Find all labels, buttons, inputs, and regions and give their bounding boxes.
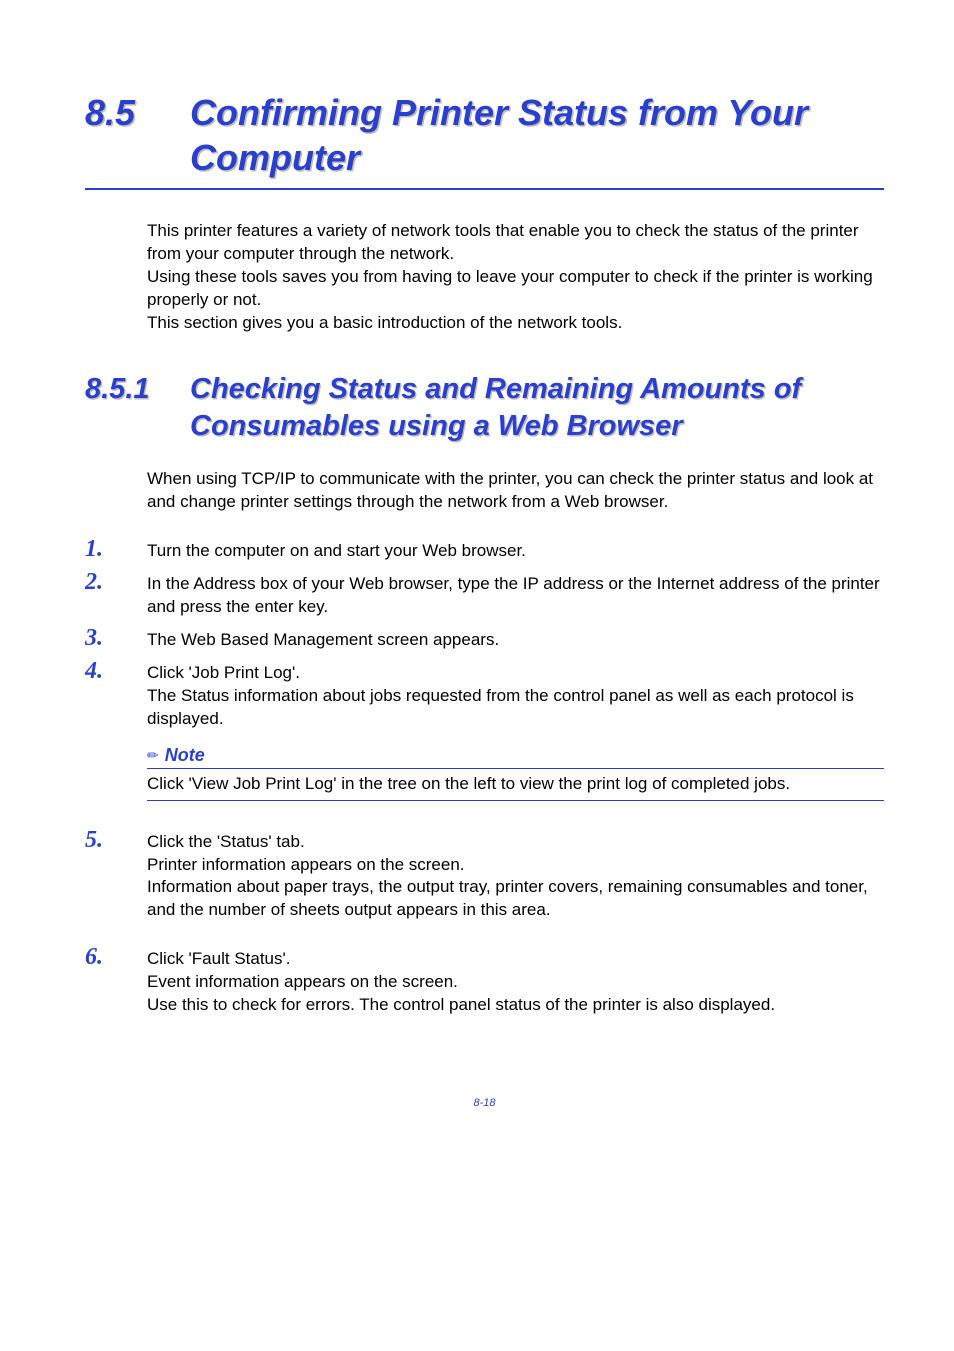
- subsection-title-text: Checking Status and Remaining Amounts of…: [190, 371, 879, 446]
- step-text: Click the 'Status' tab. Printer informat…: [147, 827, 884, 923]
- step-1: 1. Turn the computer on and start your W…: [85, 536, 884, 563]
- step-number: 3.: [85, 625, 147, 652]
- step-text: Turn the computer on and start your Web …: [147, 536, 884, 563]
- subsection-title: 8.5.1Checking Status and Remaining Amoun…: [85, 371, 884, 446]
- step-3: 3. The Web Based Management screen appea…: [85, 625, 884, 652]
- step-text: Click 'Job Print Log'. The Status inform…: [147, 658, 884, 731]
- step-text: The Web Based Management screen appears.: [147, 625, 884, 652]
- intro-paragraph: This printer features a variety of netwo…: [147, 220, 884, 335]
- step-number: 1.: [85, 536, 147, 563]
- note-header: ✏ Note: [147, 745, 884, 769]
- step-number: 4.: [85, 658, 147, 731]
- note-arrow-icon: ✏: [147, 747, 159, 763]
- note-label: Note: [165, 745, 205, 765]
- step-number: 6.: [85, 944, 147, 1017]
- note-text: Click 'View Job Print Log' in the tree o…: [147, 773, 884, 801]
- step-number: 2.: [85, 569, 147, 619]
- step-4: 4. Click 'Job Print Log'. The Status inf…: [85, 658, 884, 731]
- step-number: 5.: [85, 827, 147, 923]
- section-title-text: Confirming Printer Status from Your Comp…: [190, 90, 879, 180]
- subsection-number: 8.5.1: [85, 371, 190, 409]
- section-title: 8.5Confirming Printer Status from Your C…: [85, 90, 884, 190]
- step-6: 6. Click 'Fault Status'. Event informati…: [85, 944, 884, 1017]
- subsection-intro: When using TCP/IP to communicate with th…: [147, 468, 884, 514]
- section-number: 8.5: [85, 90, 190, 135]
- step-text: In the Address box of your Web browser, …: [147, 569, 884, 619]
- document-page: 8.5Confirming Printer Status from Your C…: [0, 0, 954, 1169]
- step-text: Click 'Fault Status'. Event information …: [147, 944, 884, 1017]
- page-number: 8-18: [85, 1097, 884, 1109]
- step-2: 2. In the Address box of your Web browse…: [85, 569, 884, 619]
- step-5: 5. Click the 'Status' tab. Printer infor…: [85, 827, 884, 923]
- note-block: ✏ Note Click 'View Job Print Log' in the …: [147, 745, 884, 801]
